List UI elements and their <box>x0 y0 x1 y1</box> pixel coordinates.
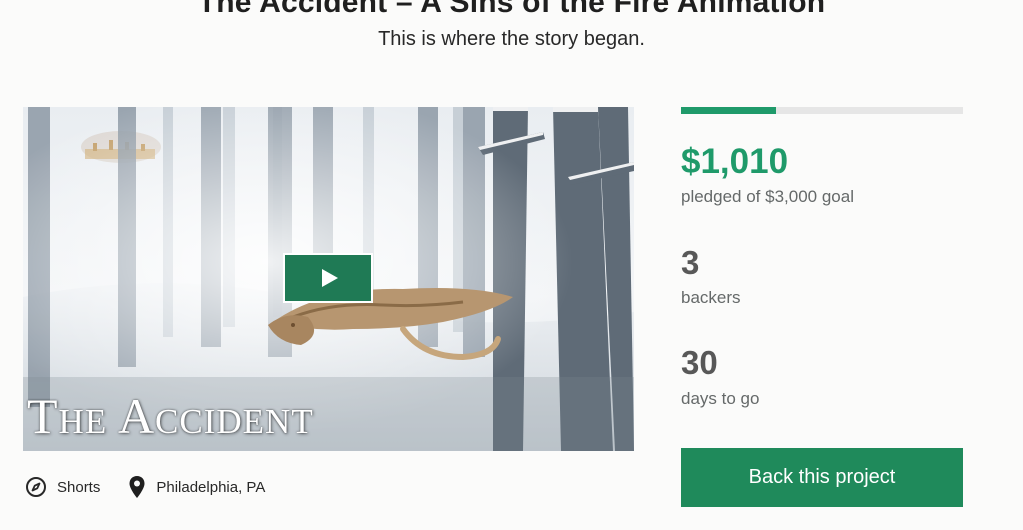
progress-fill <box>681 107 777 114</box>
location-link[interactable]: Philadelphia, PA <box>128 475 265 499</box>
play-icon <box>322 269 338 287</box>
project-title: The Accident – A Sins of the Fire Animat… <box>197 0 826 19</box>
days-label: days to go <box>681 389 760 408</box>
video-caption: The Accident <box>27 388 314 444</box>
backers-label: backers <box>681 288 741 307</box>
location-label: Philadelphia, PA <box>156 478 266 496</box>
backers-count: 3 <box>681 244 700 281</box>
project-meta: Shorts Philadelphia, PA <box>25 475 265 499</box>
pledged-label: pledged of $3,000 goal <box>681 187 854 206</box>
back-project-button[interactable]: Back this project <box>681 448 963 507</box>
funding-progress <box>681 107 963 114</box>
compass-icon <box>26 477 46 497</box>
days-remaining: 30 <box>681 344 718 381</box>
play-button[interactable] <box>283 253 373 303</box>
project-blurb: This is where the story began. <box>378 28 645 50</box>
map-pin-icon <box>129 476 145 498</box>
progress-bar <box>681 107 963 114</box>
category-label: Shorts <box>57 478 101 496</box>
category-link[interactable]: Shorts <box>25 476 100 498</box>
video-player[interactable]: The Accident <box>23 107 634 451</box>
pledged-amount: $1,010 <box>681 142 789 181</box>
